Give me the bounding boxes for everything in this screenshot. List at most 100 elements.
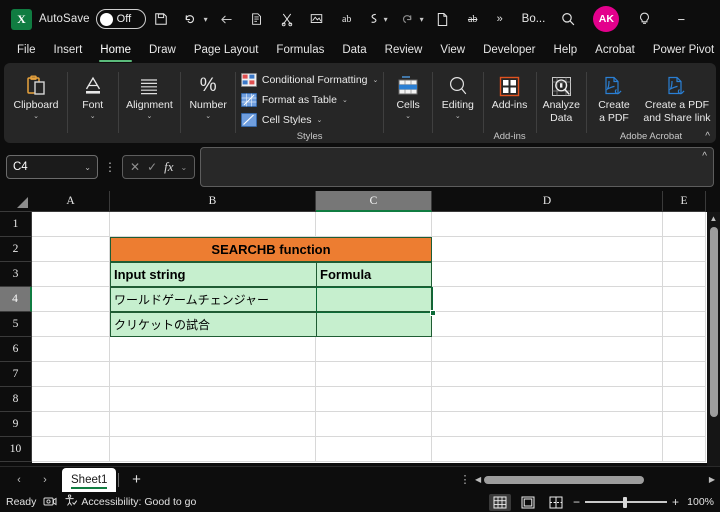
zoom-in-button[interactable]: + — [672, 495, 679, 509]
cell-a8[interactable] — [32, 387, 110, 412]
font-caret-icon[interactable]: ⌄ — [90, 113, 96, 121]
tab-view[interactable]: View — [431, 40, 474, 63]
column-header-e[interactable]: E — [663, 191, 706, 212]
row-header-2[interactable]: 2 — [0, 237, 32, 262]
cell-b9[interactable] — [110, 412, 316, 437]
editing-caret-icon[interactable]: ⌄ — [455, 113, 461, 121]
vertical-scroll-thumb[interactable] — [710, 227, 718, 417]
cell-e2[interactable] — [663, 237, 706, 262]
cell-d10[interactable] — [432, 437, 663, 462]
cell-c10[interactable] — [316, 437, 432, 462]
record-macro-icon[interactable] — [43, 496, 57, 508]
cell-e3[interactable] — [663, 262, 706, 287]
tab-formulas[interactable]: Formulas — [267, 40, 333, 63]
accessibility-status[interactable]: Accessibility: Good to go — [64, 494, 196, 510]
tab-help[interactable]: Help — [545, 40, 587, 63]
format-as-table-caret-icon[interactable]: ⌄ — [342, 96, 348, 104]
cell-d7[interactable] — [432, 362, 663, 387]
search-icon[interactable] — [553, 4, 583, 34]
column-header-c[interactable]: C — [316, 191, 432, 212]
formula-bar-options-icon[interactable]: ⋮ — [103, 160, 117, 174]
cell-c9[interactable] — [316, 412, 432, 437]
cell-a3[interactable] — [32, 262, 110, 287]
cell-b2-title[interactable]: SEARCHB function — [110, 237, 432, 262]
format-as-table-button[interactable]: Format as Table ⌄ — [237, 90, 352, 110]
cell-b6[interactable] — [110, 337, 316, 362]
row-header-10[interactable]: 10 — [0, 437, 32, 462]
row-header-6[interactable]: 6 — [0, 337, 32, 362]
cell-b8[interactable] — [110, 387, 316, 412]
name-box-caret-icon[interactable]: ⌄ — [84, 163, 91, 172]
conditional-formatting-button[interactable]: Conditional Formatting ⌄ — [237, 70, 383, 90]
save-icon[interactable] — [146, 4, 176, 34]
document-name[interactable]: Bo... — [522, 13, 546, 25]
tab-page-layout[interactable]: Page Layout — [185, 40, 268, 63]
scroll-right-icon[interactable]: ▶ — [709, 475, 715, 484]
cell-d8[interactable] — [432, 387, 663, 412]
cell-styles-button[interactable]: Cell Styles ⌄ — [237, 110, 326, 130]
lightbulb-icon[interactable] — [629, 4, 659, 34]
page-layout-view-icon[interactable] — [517, 494, 539, 511]
spelling-icon[interactable]: ab — [332, 4, 362, 34]
more-commands-icon[interactable]: » — [488, 4, 512, 34]
cell-d4[interactable] — [432, 287, 663, 312]
strikethrough-icon[interactable]: ab — [458, 4, 488, 34]
sheet-tab-sheet1[interactable]: Sheet1 — [62, 468, 116, 492]
create-pdf-button[interactable]: Create a PDF — [588, 69, 640, 124]
zoom-slider-handle[interactable] — [623, 497, 627, 508]
back-arrow-icon[interactable] — [212, 4, 242, 34]
tab-home[interactable]: Home — [91, 40, 140, 63]
sort-icon[interactable] — [362, 4, 386, 34]
alignment-caret-icon[interactable]: ⌄ — [147, 113, 153, 121]
cell-e6[interactable] — [663, 337, 706, 362]
copy-icon[interactable] — [242, 4, 272, 34]
cells-button[interactable]: Cells ⌄ — [385, 69, 431, 121]
cell-d2[interactable] — [432, 237, 663, 262]
scroll-up-icon[interactable]: ▲ — [710, 212, 718, 225]
cell-c8[interactable] — [316, 387, 432, 412]
tab-file[interactable]: File — [8, 40, 45, 63]
cell-b7[interactable] — [110, 362, 316, 387]
sheet-prev-icon[interactable]: ‹ — [6, 468, 32, 492]
row-header-9[interactable]: 9 — [0, 412, 32, 437]
cell-a4[interactable] — [32, 287, 110, 312]
number-caret-icon[interactable]: ⌄ — [205, 113, 211, 121]
expand-formula-bar-icon[interactable]: ^ — [702, 151, 707, 162]
tab-insert[interactable]: Insert — [45, 40, 92, 63]
scroll-left-icon[interactable]: ◀ — [475, 475, 481, 484]
vertical-scrollbar[interactable]: ▲ — [707, 212, 720, 466]
clipboard-button[interactable]: Clipboard ⌄ — [6, 69, 66, 121]
cell-b5[interactable]: クリケットの試合 — [110, 312, 316, 337]
cell-a10[interactable] — [32, 437, 110, 462]
add-sheet-button[interactable]: + — [121, 468, 151, 492]
cell-a1[interactable] — [32, 212, 110, 237]
font-button[interactable]: Font ⌄ — [69, 69, 117, 121]
cell-d5[interactable] — [432, 312, 663, 337]
horizontal-scroll-thumb[interactable] — [484, 476, 644, 484]
cell-c7[interactable] — [316, 362, 432, 387]
select-all-button[interactable] — [0, 191, 32, 212]
alignment-button[interactable]: Alignment ⌄ — [119, 69, 179, 121]
zoom-slider[interactable] — [585, 496, 667, 508]
row-header-3[interactable]: 3 — [0, 262, 32, 287]
new-document-icon[interactable] — [428, 4, 458, 34]
page-break-view-icon[interactable] — [545, 494, 567, 511]
cell-a7[interactable] — [32, 362, 110, 387]
tab-power-pivot[interactable]: Power Pivot — [644, 40, 720, 63]
row-header-7[interactable]: 7 — [0, 362, 32, 387]
cells-caret-icon[interactable]: ⌄ — [405, 113, 411, 121]
row-header-1[interactable]: 1 — [0, 212, 32, 237]
sheet-next-icon[interactable]: › — [32, 468, 58, 492]
horizontal-scroll-track[interactable] — [484, 476, 706, 484]
tab-draw[interactable]: Draw — [140, 40, 185, 63]
cell-e7[interactable] — [663, 362, 706, 387]
cell-a2[interactable] — [32, 237, 110, 262]
sheet-bar-options-icon[interactable]: ⋮ — [458, 473, 472, 486]
formula-input[interactable]: ^ — [200, 147, 714, 187]
cell-c6[interactable] — [316, 337, 432, 362]
cell-e9[interactable] — [663, 412, 706, 437]
cell-e10[interactable] — [663, 437, 706, 462]
row-header-5[interactable]: 5 — [0, 312, 32, 337]
cell-b3[interactable]: Input string — [110, 262, 316, 287]
minimize-button[interactable]: − — [659, 0, 703, 38]
